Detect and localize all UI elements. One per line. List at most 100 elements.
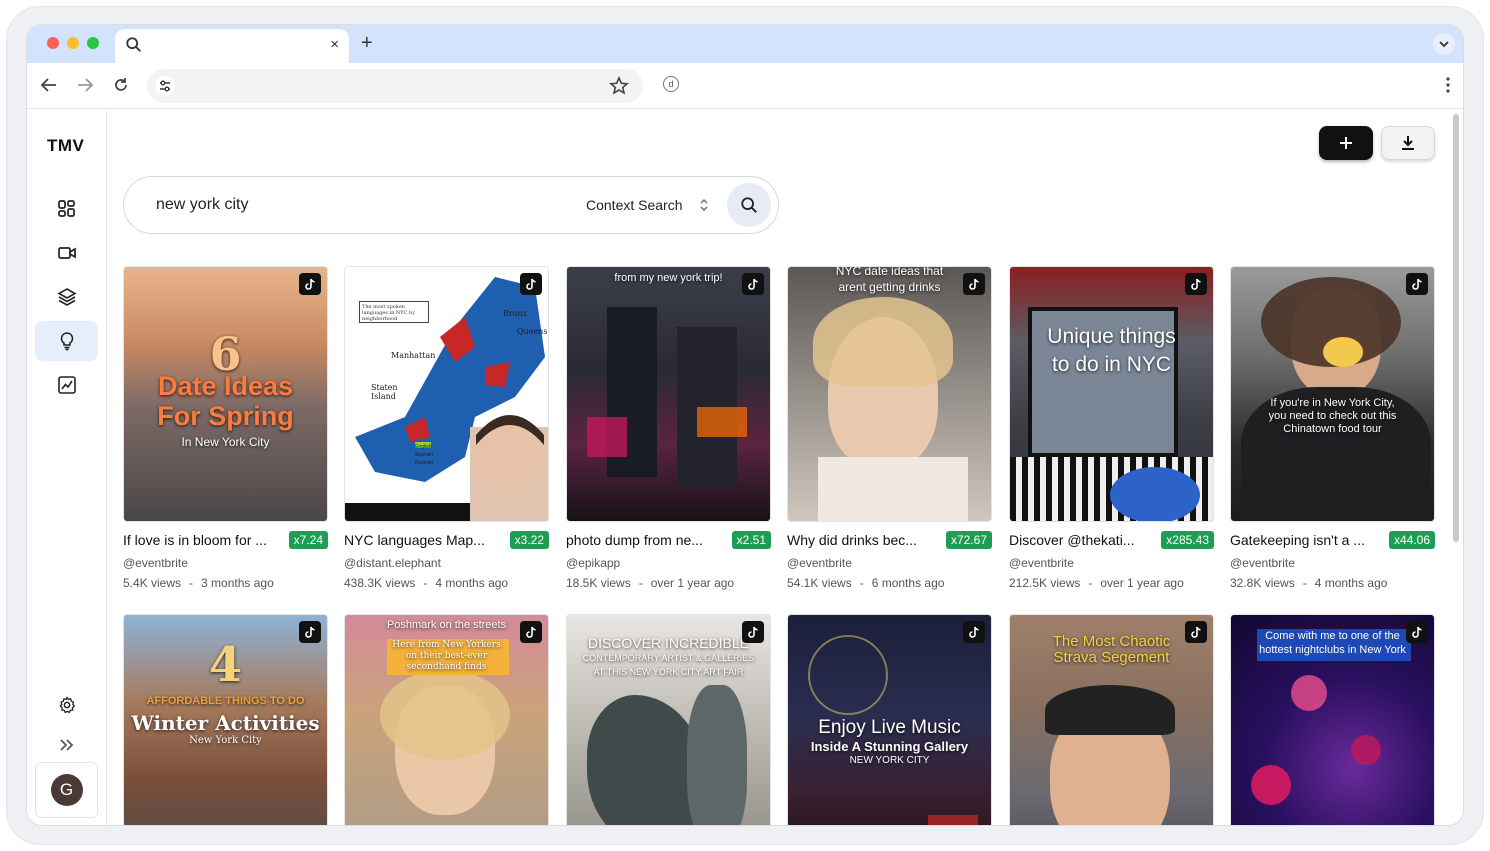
overlay-number: 4 bbox=[208, 637, 243, 693]
overlay-line: NEW YORK CITY bbox=[849, 755, 930, 766]
creator-handle[interactable]: @eventbrite bbox=[1009, 556, 1214, 570]
video-meta: 18.5K views - over 1 year ago bbox=[566, 576, 771, 590]
add-button[interactable] bbox=[1319, 126, 1373, 160]
maximize-window-button[interactable] bbox=[87, 37, 99, 49]
download-button[interactable] bbox=[1381, 126, 1435, 160]
video-thumbnail[interactable]: If you're in New York City, you need to … bbox=[1230, 266, 1435, 522]
map-caption: The most spoken languages in NYC by neig… bbox=[359, 301, 429, 323]
video-card[interactable]: NYC date ideas that arent getting drinks… bbox=[787, 266, 992, 590]
video-title[interactable]: photo dump from ne... bbox=[566, 532, 721, 548]
performance-badge: x3.22 bbox=[509, 531, 549, 549]
map-label: Bronx bbox=[503, 309, 528, 318]
search-mode-select[interactable]: Context Search bbox=[586, 197, 683, 213]
site-settings-icon[interactable] bbox=[155, 76, 175, 96]
address-bar[interactable] bbox=[147, 69, 643, 103]
tiktok-icon bbox=[520, 621, 542, 643]
main-content: new york city Context Search 6 Date Idea… bbox=[107, 110, 1453, 825]
posted-age: 4 months ago bbox=[435, 576, 509, 590]
forward-arrow-icon[interactable] bbox=[75, 75, 95, 95]
chevron-updown-icon[interactable] bbox=[698, 197, 710, 213]
video-thumbnail[interactable]: NYC date ideas that arent getting drinks bbox=[787, 266, 992, 522]
video-thumbnail[interactable]: Poshmark on the streets Here from New Yo… bbox=[344, 614, 549, 825]
performance-badge: x72.67 bbox=[945, 531, 992, 549]
video-title[interactable]: NYC languages Map... bbox=[344, 532, 499, 548]
tab-search-button[interactable] bbox=[1433, 33, 1455, 55]
more-menu-icon[interactable] bbox=[1445, 75, 1451, 95]
video-card[interactable]: 4 AFFORDABLE THINGS TO DO Winter Activit… bbox=[123, 614, 328, 825]
overlay-line: The Most Chaotic bbox=[1052, 633, 1171, 650]
video-card[interactable]: If you're in New York City, you need to … bbox=[1230, 266, 1435, 590]
video-thumbnail[interactable]: Enjoy Live Music Inside A Stunning Galle… bbox=[787, 614, 992, 825]
sidebar-item-settings[interactable] bbox=[35, 685, 98, 725]
video-card[interactable]: The most spoken languages in NYC by neig… bbox=[344, 266, 549, 590]
video-card[interactable]: Come with me to one of the hottest night… bbox=[1230, 614, 1435, 825]
video-thumbnail[interactable]: The Most Chaotic Strava Segement bbox=[1009, 614, 1214, 825]
bookmark-star-icon[interactable] bbox=[609, 76, 629, 96]
browser-toolbar: d bbox=[27, 63, 1463, 109]
new-tab-button[interactable]: + bbox=[361, 31, 373, 55]
video-thumbnail[interactable]: DISCOVER INCREDIBLE CONTEMPORARY ARTIST … bbox=[566, 614, 771, 825]
video-card[interactable]: from my new york trip! photo dump from n… bbox=[566, 266, 771, 590]
video-thumbnail[interactable]: 4 AFFORDABLE THINGS TO DO Winter Activit… bbox=[123, 614, 328, 825]
video-thumbnail[interactable]: Come with me to one of the hottest night… bbox=[1230, 614, 1435, 825]
view-count: 32.8K views bbox=[1230, 576, 1295, 590]
video-thumbnail[interactable]: The most spoken languages in NYC by neig… bbox=[344, 266, 549, 522]
video-card[interactable]: Unique things to do in NYC Discover @the… bbox=[1009, 266, 1214, 590]
video-thumbnail[interactable]: Unique things to do in NYC bbox=[1009, 266, 1214, 522]
grid-icon bbox=[57, 200, 75, 217]
browser-tab[interactable]: × bbox=[115, 29, 349, 63]
creator-handle[interactable]: @distant.elephant bbox=[344, 556, 549, 570]
video-camera-icon bbox=[57, 247, 76, 259]
overlay-line: Poshmark on the streets bbox=[386, 619, 507, 631]
sidebar-item-dashboard[interactable] bbox=[35, 189, 98, 229]
video-card[interactable]: The Most Chaotic Strava Segement bbox=[1009, 614, 1214, 825]
overlay-line: DISCOVER INCREDIBLE bbox=[587, 635, 750, 651]
overlay-line: Inside A Stunning Gallery bbox=[810, 739, 969, 754]
close-tab-button[interactable]: × bbox=[330, 36, 339, 54]
video-thumbnail[interactable]: from my new york trip! bbox=[566, 266, 771, 522]
video-card[interactable]: Poshmark on the streets Here from New Yo… bbox=[344, 614, 549, 825]
close-window-button[interactable] bbox=[47, 37, 59, 49]
double-chevron-right-icon bbox=[59, 739, 73, 751]
back-arrow-icon[interactable] bbox=[39, 75, 59, 95]
minimize-window-button[interactable] bbox=[67, 37, 79, 49]
sidebar-item-collections[interactable] bbox=[35, 277, 98, 317]
creator-handle[interactable]: @eventbrite bbox=[1230, 556, 1435, 570]
search-icon bbox=[126, 37, 141, 52]
sidebar-item-analytics[interactable] bbox=[35, 365, 98, 405]
video-title[interactable]: Why did drinks bec... bbox=[787, 532, 942, 548]
expand-sidebar-button[interactable] bbox=[35, 725, 98, 765]
overlay-line: Chinatown food tour bbox=[1283, 423, 1382, 435]
map-label: Manhattan bbox=[391, 351, 436, 360]
search-button[interactable] bbox=[727, 183, 771, 227]
view-count: 5.4K views bbox=[123, 576, 182, 590]
performance-badge: x44.06 bbox=[1388, 531, 1435, 549]
video-title[interactable]: Gatekeeping isn't a ... bbox=[1230, 532, 1385, 548]
search-bar: new york city Context Search bbox=[123, 176, 779, 234]
video-card[interactable]: DISCOVER INCREDIBLE CONTEMPORARY ARTIST … bbox=[566, 614, 771, 825]
tiktok-icon bbox=[963, 621, 985, 643]
creator-handle[interactable]: @eventbrite bbox=[123, 556, 328, 570]
extension-icon[interactable]: d bbox=[663, 76, 679, 92]
video-title[interactable]: If love is in bloom for ... bbox=[123, 532, 278, 548]
video-title[interactable]: Discover @thekati... bbox=[1009, 532, 1161, 548]
performance-badge: x7.24 bbox=[288, 531, 328, 549]
video-meta: 212.5K views - over 1 year ago bbox=[1009, 576, 1214, 590]
browser-window: × + d TMV G new york city Context Search… bbox=[26, 24, 1464, 826]
map-label: Staten Island bbox=[371, 383, 398, 401]
reload-icon[interactable] bbox=[111, 75, 131, 95]
user-menu[interactable]: G bbox=[35, 762, 98, 818]
creator-handle[interactable]: @epikapp bbox=[566, 556, 771, 570]
video-card[interactable]: 6 Date Ideas For Spring In New York City… bbox=[123, 266, 328, 590]
avatar: G bbox=[50, 774, 83, 806]
video-card[interactable]: Enjoy Live Music Inside A Stunning Galle… bbox=[787, 614, 992, 825]
video-meta: 5.4K views -3 months ago bbox=[123, 576, 328, 590]
sidebar-item-videos[interactable] bbox=[35, 233, 98, 273]
video-thumbnail[interactable]: 6 Date Ideas For Spring In New York City bbox=[123, 266, 328, 522]
layers-icon bbox=[56, 288, 77, 306]
sidebar-item-ideas[interactable] bbox=[35, 321, 98, 361]
creator-handle[interactable]: @eventbrite bbox=[787, 556, 992, 570]
overlay-line: hottest nightclubs in New York bbox=[1259, 644, 1406, 656]
scrollbar[interactable] bbox=[1453, 114, 1459, 542]
search-input[interactable]: new york city bbox=[156, 196, 248, 214]
